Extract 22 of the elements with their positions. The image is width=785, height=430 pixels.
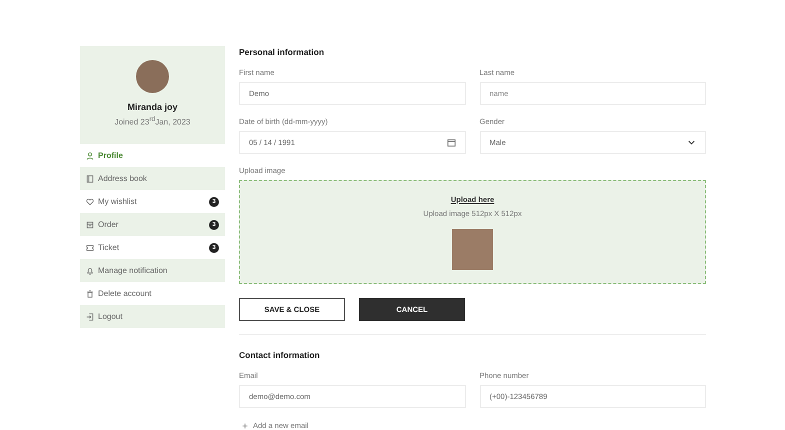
sidebar-item[interactable]: Logout: [80, 305, 225, 328]
ticket-icon: [86, 244, 94, 252]
joined-date: Joined 23$^{rd}$Jan, 2023: [114, 116, 190, 127]
plus-icon: [242, 422, 248, 428]
sidebar-item[interactable]: Profile: [80, 144, 225, 167]
book-icon: [86, 174, 94, 182]
heart-icon: [86, 198, 94, 206]
chevron-down-icon: [687, 138, 696, 147]
sidebar-item[interactable]: Address book: [80, 167, 225, 190]
profile-name: Miranda joy: [127, 102, 178, 112]
sidebar-item[interactable]: Manage notification: [80, 259, 225, 282]
bell-icon: [86, 266, 94, 274]
exit-icon: [86, 312, 94, 320]
avatar: [136, 60, 169, 93]
sidebar-item[interactable]: Delete account: [80, 282, 225, 305]
photo-placeholder: [452, 229, 493, 270]
trash-icon: [86, 290, 94, 298]
box-icon: [86, 220, 94, 228]
section-title: Personal information: [239, 47, 326, 57]
section-title: Contact information: [239, 350, 321, 360]
calendar-icon[interactable]: [446, 138, 456, 147]
person-icon: [86, 152, 94, 160]
